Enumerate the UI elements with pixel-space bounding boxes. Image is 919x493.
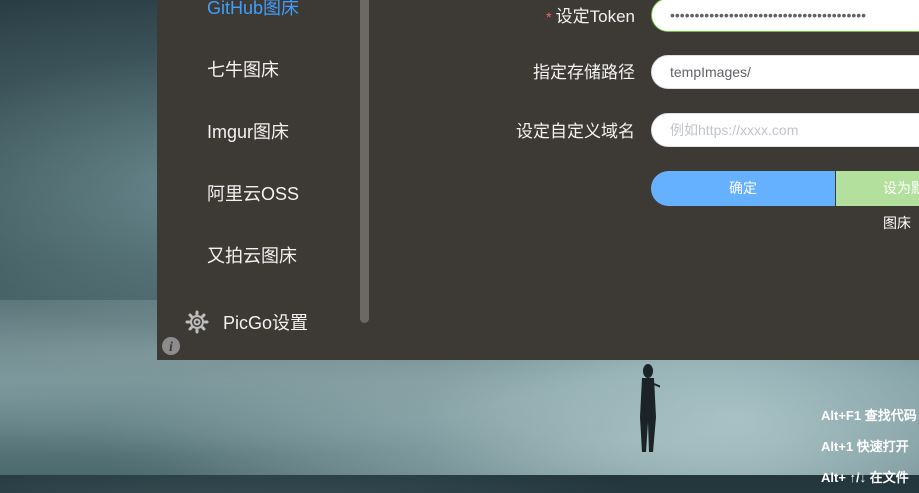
path-field[interactable]: tempImages/ (651, 55, 919, 89)
set-default-button[interactable]: 设为默认图床 (836, 171, 919, 231)
required-mark: * (546, 9, 552, 25)
svg-text:i: i (169, 340, 173, 355)
domain-field[interactable]: 例如https://xxxx.com (651, 113, 919, 147)
sidebar-item-github[interactable]: GitHub图床 (207, 0, 299, 20)
gear-icon (185, 310, 209, 334)
sidebar-item-imgur[interactable]: Imgur图床 (207, 118, 289, 144)
settings-label: PicGo设置 (223, 313, 309, 333)
wallpaper-figure (640, 364, 660, 452)
token-field[interactable]: •••••••••••••••••••••••••••••••••••••••• (651, 0, 919, 32)
info-icon[interactable]: i (161, 336, 181, 356)
sidebar-item-settings[interactable]: PicGo设置 (185, 309, 308, 335)
shortcut-hint: Alt+1 快速打开 (821, 439, 909, 454)
sidebar: GitHub图床 七牛图床 Imgur图床 阿里云OSS 又拍云图床 PicGo… (157, 0, 372, 360)
shortcut-hint: Alt+ ↑/↓ 在文件 (821, 470, 909, 485)
picgo-window: GitHub图床 七牛图床 Imgur图床 阿里云OSS 又拍云图床 PicGo… (157, 0, 919, 360)
sidebar-item-upyun[interactable]: 又拍云图床 (207, 242, 297, 268)
domain-label: 设定自定义域名 (516, 122, 635, 141)
domain-placeholder: 例如https://xxxx.com (670, 122, 799, 138)
sidebar-item-qiniu[interactable]: 七牛图床 (207, 56, 279, 82)
confirm-button[interactable]: 确定 (651, 171, 835, 206)
token-label: * 设定Token (546, 2, 635, 27)
token-label-text: 设定Token (555, 7, 635, 26)
path-label: 指定存储路径 (533, 63, 635, 82)
sidebar-item-aliyun-oss[interactable]: 阿里云OSS (207, 180, 299, 206)
desktop-shortcut-hints: Alt+F1 查找代码 Alt+1 快速打开 Alt+ ↑/↓ 在文件 (821, 400, 917, 493)
sidebar-scrollbar[interactable] (360, 0, 369, 323)
shortcut-hint: Alt+F1 查找代码 (821, 408, 917, 423)
